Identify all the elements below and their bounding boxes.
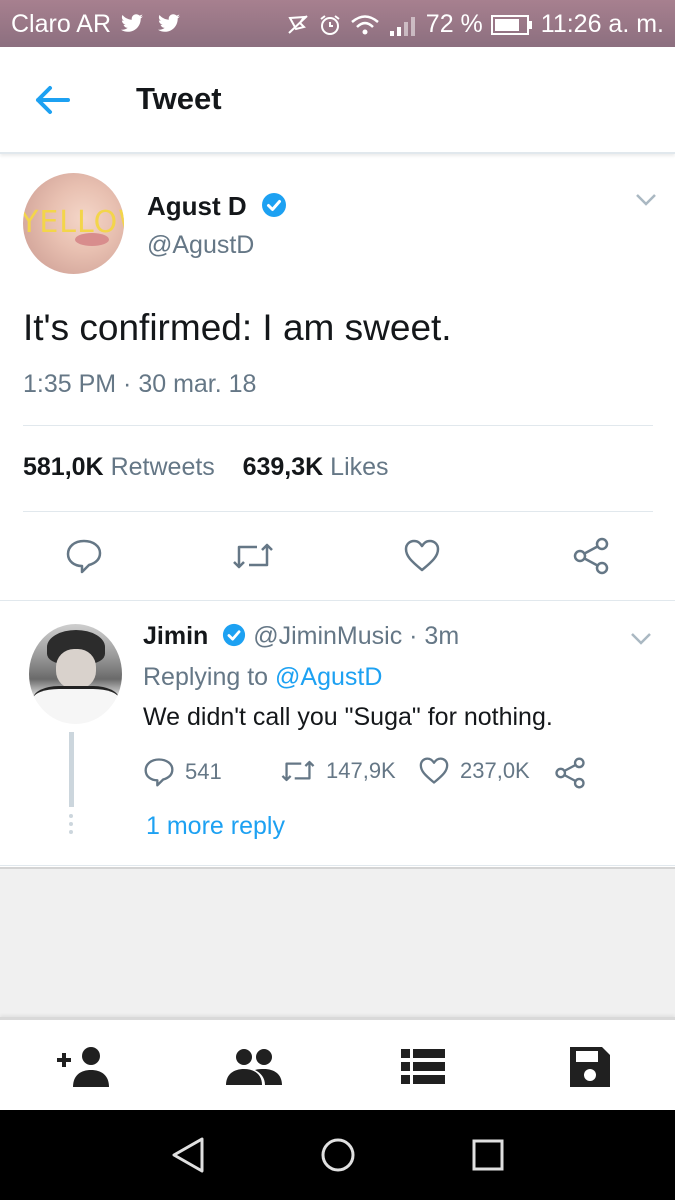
separator [0, 865, 675, 866]
alarm-icon [318, 13, 342, 37]
signal-icon [388, 13, 418, 37]
list-icon[interactable] [393, 1040, 453, 1094]
share-icon[interactable] [566, 531, 616, 581]
wifi-icon [350, 13, 380, 37]
more-replies-link[interactable]: 1 more reply [146, 812, 285, 841]
reply-actions: 541 147,9K 237,0K [143, 757, 643, 789]
share-icon [555, 757, 585, 789]
status-time: 11:26 a. m. [540, 10, 664, 38]
empty-area [0, 867, 675, 1019]
reply-count: 541 [185, 759, 222, 784]
tweet-text: It's confirmed: I am sweet. [23, 307, 452, 348]
bottom-nav [0, 1017, 675, 1113]
status-icons: 72 % 11:26 a. m. [286, 10, 664, 39]
reply-icon[interactable] [59, 531, 109, 581]
reply-icon [144, 758, 174, 787]
twitter-bird-icon [121, 14, 143, 32]
thread-line [69, 732, 74, 807]
verified-badge-icon [222, 623, 246, 654]
reply-like-count: 237,0K [460, 758, 530, 783]
reply-author-handle[interactable]: @JiminMusic [253, 622, 402, 650]
tweet-actions [0, 531, 675, 581]
back-arrow-icon[interactable] [30, 80, 74, 120]
reply-tweet: Jimin @JiminMusic · 3m Replying to @Agus… [0, 602, 675, 865]
thread-dots [69, 814, 74, 838]
replying-prefix: Replying to [143, 663, 269, 691]
reply-text: We didn't call you "Suga" for nothing. [143, 703, 553, 731]
app-bar: Tweet [0, 47, 675, 154]
carrier-label: Claro AR [11, 10, 181, 39]
system-nav [0, 1110, 675, 1200]
retweets-stat[interactable]: 581,0K Retweets [23, 453, 215, 481]
tweet-stats: 581,0K Retweets 639,3K Likes [23, 453, 389, 482]
like-icon[interactable] [397, 531, 447, 581]
like-icon [419, 757, 449, 784]
add-user-icon[interactable] [55, 1040, 115, 1094]
retweets-label: Retweets [110, 453, 215, 481]
reply-reply-button[interactable]: 541 [143, 757, 222, 787]
avatar-coat [33, 686, 119, 724]
tweet-timestamp: 1:35 PM · 30 mar. 18 [23, 370, 257, 398]
reply-author-name[interactable]: Jimin [143, 622, 208, 650]
avatar[interactable]: YELLOW [23, 173, 124, 274]
author-name-text: Agust D [147, 191, 247, 221]
author-name[interactable]: Agust D [147, 191, 287, 225]
reply-header: Jimin @JiminMusic · 3m [143, 622, 459, 654]
recents-square-icon[interactable] [465, 1132, 511, 1178]
twitter-bird-icon [157, 14, 180, 32]
divider [23, 425, 653, 426]
likes-stat[interactable]: 639,3K Likes [243, 453, 389, 481]
back-triangle-icon[interactable] [165, 1132, 211, 1178]
avatar[interactable] [29, 624, 122, 724]
retweet-icon[interactable] [228, 531, 278, 581]
group-icon[interactable] [224, 1040, 284, 1094]
main-tweet: YELLOW Agust D @AgustD It's confirmed: I… [0, 155, 675, 600]
mute-icon [286, 13, 310, 37]
avatar-text: YELLOW [23, 205, 124, 240]
replying-to-link[interactable]: @AgustD [275, 663, 382, 691]
retweet-icon [281, 760, 315, 782]
reply-share-button[interactable] [554, 757, 586, 789]
avatar-lips [75, 233, 109, 246]
separator [0, 600, 675, 601]
author-handle[interactable]: @AgustD [147, 231, 254, 260]
battery-icon [490, 14, 533, 36]
chevron-down-icon[interactable] [635, 193, 657, 212]
likes-label: Likes [330, 453, 389, 481]
carrier-name: Claro AR [11, 10, 112, 38]
chevron-down-icon[interactable] [630, 632, 652, 651]
page-title: Tweet [136, 81, 222, 116]
reply-retweet-button[interactable]: 147,9K [280, 757, 396, 785]
likes-count: 639,3K [242, 453, 324, 481]
verified-badge-icon [261, 192, 287, 225]
avatar-face [56, 649, 96, 689]
status-bar: Claro AR 72 % 11:26 a. m. [0, 0, 675, 47]
replying-to: Replying to @AgustD [143, 663, 382, 692]
reply-retweet-count: 147,9K [326, 758, 396, 783]
reply-like-button[interactable]: 237,0K [418, 757, 530, 785]
home-circle-icon[interactable] [315, 1132, 361, 1178]
divider [23, 511, 653, 512]
save-icon[interactable] [560, 1040, 620, 1094]
battery-percent: 72 % [425, 10, 483, 38]
reply-time: · 3m [409, 622, 460, 650]
retweets-count: 581,0K [23, 453, 104, 481]
